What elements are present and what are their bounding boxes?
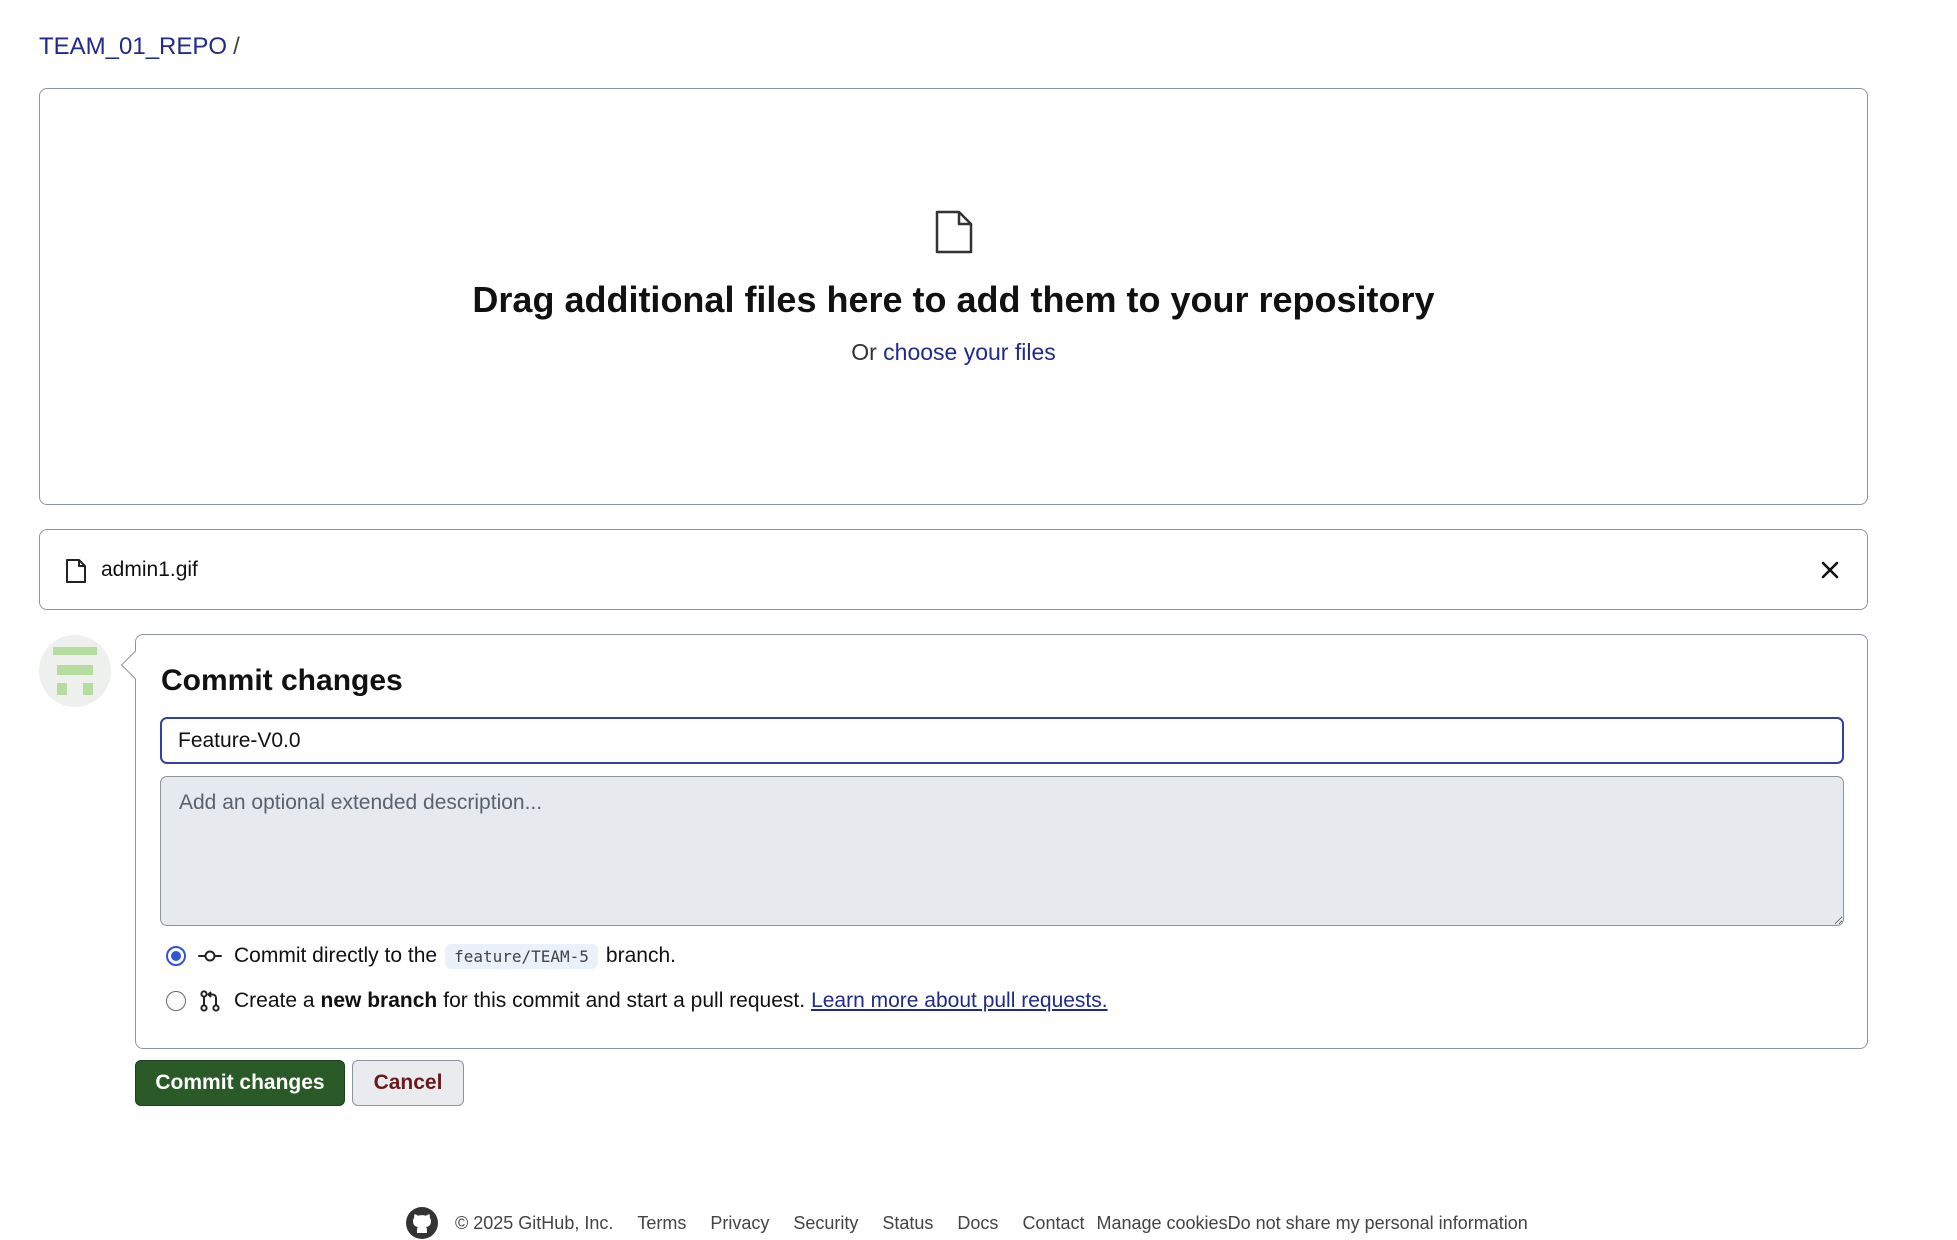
learn-more-pull-requests-link[interactable]: Learn more about pull requests. <box>811 989 1108 1013</box>
footer-link-security[interactable]: Security <box>793 1213 858 1234</box>
panel-pointer <box>120 650 150 680</box>
commit-panel: Commit changes Commit directly to the fe… <box>120 634 1868 1049</box>
dropzone-title: Drag additional files here to add them t… <box>472 279 1435 320</box>
close-icon[interactable] <box>1819 559 1841 581</box>
commit-direct-suffix: branch. <box>605 944 676 967</box>
file-icon <box>66 559 86 583</box>
uploaded-file-row: admin1.gif <box>39 529 1868 610</box>
commit-heading: Commit changes <box>161 664 403 697</box>
avatar[interactable] <box>39 635 111 707</box>
footer-link-terms[interactable]: Terms <box>637 1213 686 1234</box>
commit-summary-input[interactable] <box>160 717 1844 764</box>
commit-direct-option[interactable]: Commit directly to the feature/TEAM-5 br… <box>166 940 676 972</box>
dropzone-prefix: Or <box>851 339 877 365</box>
commit-direct-text: Commit directly to the <box>234 944 438 967</box>
footer-link-contact[interactable]: Contact <box>1022 1213 1084 1234</box>
new-branch-bold: new branch <box>320 989 438 1012</box>
git-commit-icon <box>198 950 222 962</box>
footer-link-do-not-share[interactable]: Do not share my personal information <box>1228 1213 1528 1234</box>
repo-link[interactable]: TEAM_01_REPO <box>39 33 227 60</box>
commit-direct-radio[interactable] <box>166 946 186 966</box>
git-pull-request-icon <box>200 990 220 1012</box>
dropzone-subtitle: Or choose your files <box>40 339 1867 366</box>
new-branch-radio[interactable] <box>166 991 186 1011</box>
footer-link-privacy[interactable]: Privacy <box>710 1213 769 1234</box>
footer-link-docs[interactable]: Docs <box>957 1213 998 1234</box>
choose-files-link[interactable]: choose your files <box>883 339 1056 365</box>
file-name: admin1.gif <box>101 558 198 581</box>
cancel-button[interactable]: Cancel <box>352 1060 464 1106</box>
footer: © 2025 GitHub, Inc. Terms Privacy Securi… <box>405 1206 1528 1240</box>
new-branch-suffix: for this commit and start a pull request… <box>443 989 806 1012</box>
footer-link-manage-cookies[interactable]: Manage cookies <box>1096 1213 1227 1234</box>
new-branch-text: Create a <box>234 989 315 1012</box>
file-dropzone[interactable]: Drag additional files here to add them t… <box>39 88 1868 505</box>
commit-description-input[interactable] <box>160 776 1844 926</box>
branch-name: feature/TEAM-5 <box>445 943 598 969</box>
github-logo-icon[interactable] <box>405 1206 439 1240</box>
footer-copyright: © 2025 GitHub, Inc. <box>455 1212 614 1233</box>
breadcrumb-separator: / <box>233 33 240 60</box>
commit-changes-button[interactable]: Commit changes <box>135 1060 345 1106</box>
footer-link-status[interactable]: Status <box>882 1213 933 1234</box>
new-branch-option[interactable]: Create a new branch for this commit and … <box>166 985 1108 1017</box>
breadcrumb: TEAM_01_REPO / <box>39 30 240 64</box>
file-icon <box>935 210 972 254</box>
